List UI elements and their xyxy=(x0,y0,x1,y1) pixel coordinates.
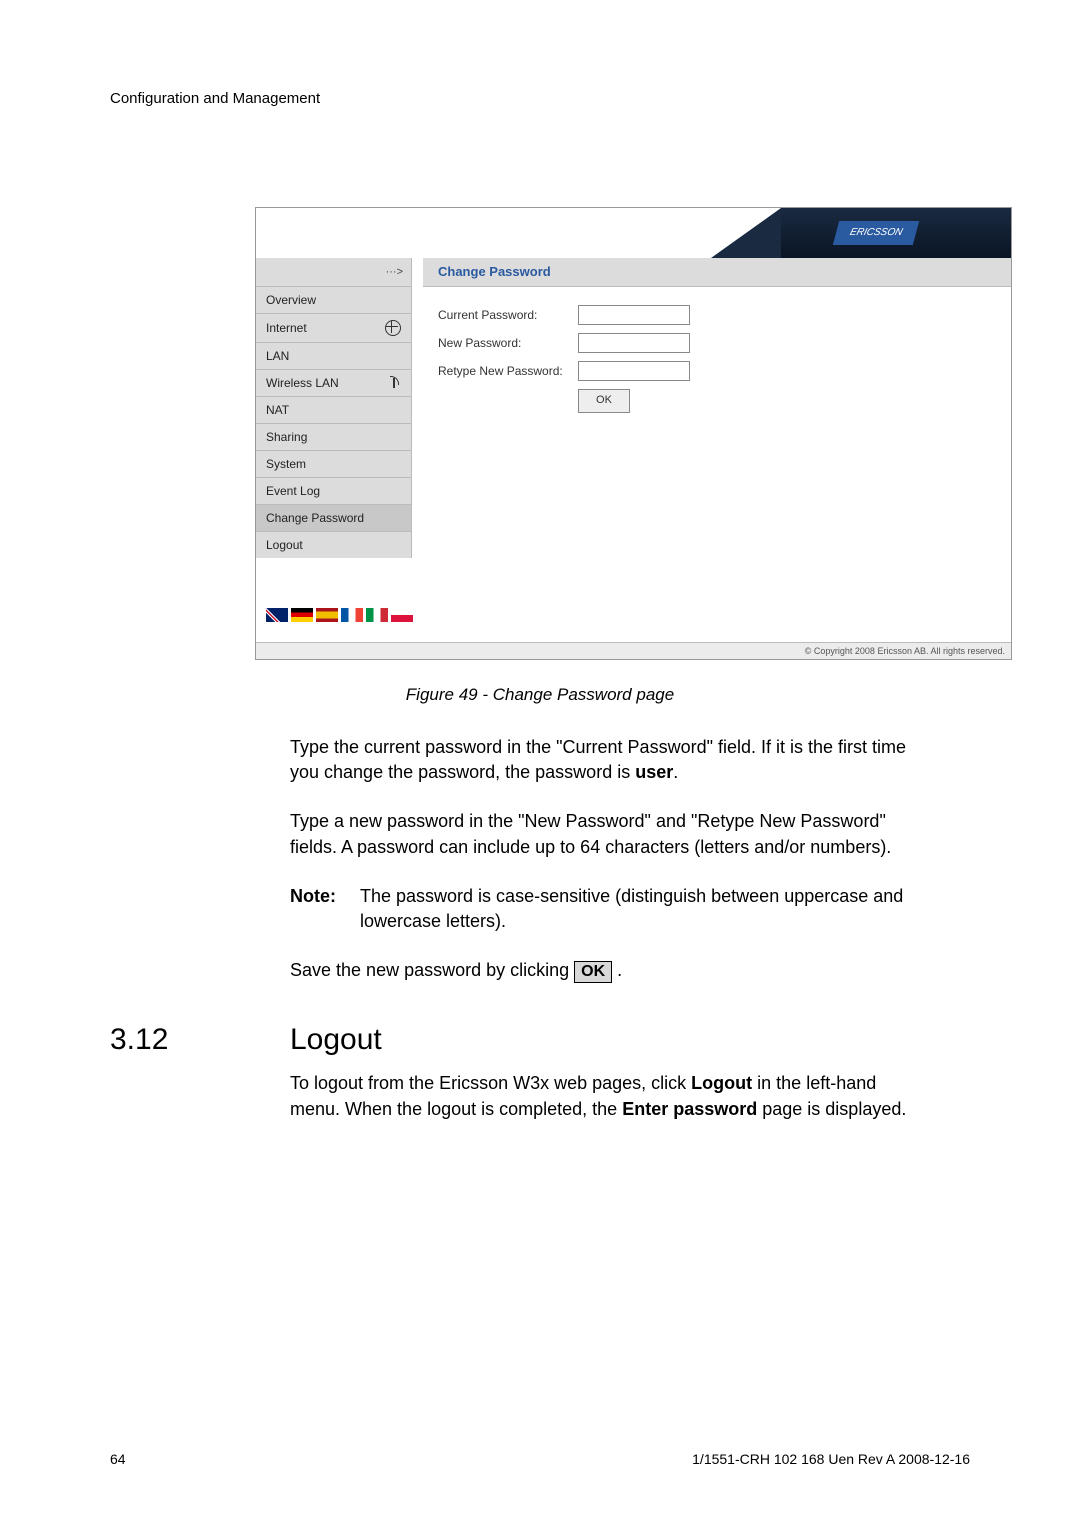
flag-it-icon[interactable] xyxy=(366,608,388,622)
wifi-icon xyxy=(387,376,401,390)
text: Save the new password by clicking xyxy=(290,960,574,980)
section-number: 3.12 xyxy=(110,1023,290,1057)
paragraph-logout: To logout from the Ericsson W3x web page… xyxy=(290,1071,910,1121)
text-bold: Logout xyxy=(691,1073,752,1093)
page-header: Configuration and Management xyxy=(110,90,970,107)
retype-password-input[interactable] xyxy=(578,361,690,381)
current-password-label: Current Password: xyxy=(438,308,578,322)
brand-banner: ERICSSON xyxy=(781,208,1011,258)
new-password-label: New Password: xyxy=(438,336,578,350)
current-password-row: Current Password: xyxy=(438,305,996,325)
paragraph-save: Save the new password by clicking OK . xyxy=(290,958,910,983)
nav-label: Logout xyxy=(266,538,303,552)
nav-lan[interactable]: LAN xyxy=(256,343,411,370)
nav-eventlog[interactable]: Event Log xyxy=(256,478,411,505)
text-bold: Enter password xyxy=(622,1099,757,1119)
section-title: Logout xyxy=(290,1023,382,1057)
section-heading: 3.12 Logout xyxy=(110,1023,970,1057)
new-password-input[interactable] xyxy=(578,333,690,353)
nav-system[interactable]: System xyxy=(256,451,411,478)
screenshot-content: Change Password Current Password: New Pa… xyxy=(423,258,1011,642)
nav-label: LAN xyxy=(266,349,289,363)
new-password-row: New Password: xyxy=(438,333,996,353)
retype-password-label: Retype New Password: xyxy=(438,364,578,378)
nav-label: Wireless LAN xyxy=(266,376,339,390)
nav-label: Sharing xyxy=(266,430,307,444)
password-form: Current Password: New Password: Retype N… xyxy=(423,287,1011,431)
content-title: Change Password xyxy=(423,258,1011,287)
nav-label: Event Log xyxy=(266,484,320,498)
page-footer: 64 1/1551-CRH 102 168 Uen Rev A 2008-12-… xyxy=(110,1451,970,1467)
nav-label: Overview xyxy=(266,293,316,307)
nav-label: Internet xyxy=(266,321,307,335)
language-flags xyxy=(256,558,423,642)
flag-pl-icon[interactable] xyxy=(391,608,413,622)
ok-button[interactable]: OK xyxy=(578,389,630,413)
screenshot-topbar: ERICSSON xyxy=(256,208,1011,258)
figure-screenshot: ERICSSON ···> Overview Internet LAN Wire… xyxy=(255,207,1012,660)
nav-change-password[interactable]: Change Password xyxy=(256,505,411,532)
flag-de-icon[interactable] xyxy=(291,608,313,622)
note-text: The password is case-sensitive (distingu… xyxy=(360,884,910,934)
nav-wlan[interactable]: Wireless LAN xyxy=(256,370,411,397)
page-number: 64 xyxy=(110,1451,126,1467)
document-page: Configuration and Management ERICSSON ··… xyxy=(0,0,1080,1527)
flag-es-icon[interactable] xyxy=(316,608,338,622)
paragraph-2: Type a new password in the "New Password… xyxy=(290,809,910,859)
text: Type the current password in the "Curren… xyxy=(290,737,906,782)
breadcrumb-arrow-icon: ···> xyxy=(256,258,411,287)
nav-overview[interactable]: Overview xyxy=(256,287,411,314)
text-bold: user xyxy=(635,762,673,782)
screenshot-footer: © Copyright 2008 Ericsson AB. All rights… xyxy=(256,642,1011,659)
nav-internet[interactable]: Internet xyxy=(256,314,411,343)
text: page is displayed. xyxy=(757,1099,906,1119)
brand-logo: ERICSSON xyxy=(833,221,919,245)
current-password-input[interactable] xyxy=(578,305,690,325)
flag-uk-icon[interactable] xyxy=(266,608,288,622)
retype-password-row: Retype New Password: xyxy=(438,361,996,381)
doc-id: 1/1551-CRH 102 168 Uen Rev A 2008-12-16 xyxy=(692,1451,970,1467)
sidebar-nav: ···> Overview Internet LAN Wireless LAN … xyxy=(256,258,412,558)
note-block: Note: The password is case-sensitive (di… xyxy=(290,884,910,934)
text: . xyxy=(612,960,622,980)
nav-label: NAT xyxy=(266,403,289,417)
paragraph-1: Type the current password in the "Curren… xyxy=(290,735,910,785)
note-label: Note: xyxy=(290,884,360,934)
figure-caption: Figure 49 - Change Password page xyxy=(110,685,970,705)
screenshot-body: ···> Overview Internet LAN Wireless LAN … xyxy=(256,258,1011,642)
text: . xyxy=(673,762,678,782)
nav-sharing[interactable]: Sharing xyxy=(256,424,411,451)
globe-icon xyxy=(385,320,401,336)
ok-pill: OK xyxy=(574,961,612,983)
nav-label: Change Password xyxy=(266,511,364,525)
flag-fr-icon[interactable] xyxy=(341,608,363,622)
nav-logout[interactable]: Logout xyxy=(256,532,411,558)
nav-nat[interactable]: NAT xyxy=(256,397,411,424)
text: To logout from the Ericsson W3x web page… xyxy=(290,1073,691,1093)
nav-label: System xyxy=(266,457,306,471)
